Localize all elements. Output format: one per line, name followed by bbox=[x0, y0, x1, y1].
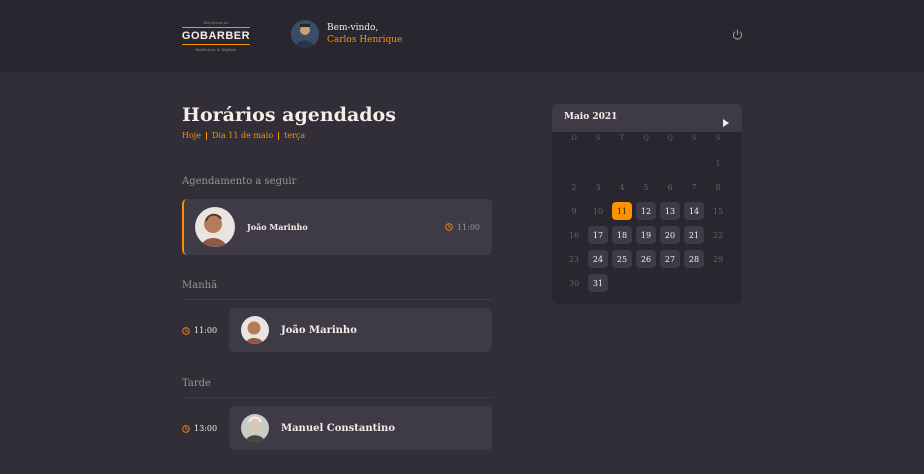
calendar-day[interactable]: 17 bbox=[588, 226, 608, 244]
afternoon-heading: Tarde bbox=[182, 378, 211, 389]
clock-icon bbox=[182, 424, 190, 433]
weekday-label: S bbox=[715, 134, 721, 142]
logo-bottom-text: Barbeiros & Stylists bbox=[195, 47, 237, 52]
logo-rule bbox=[182, 44, 250, 45]
calendar-day[interactable]: 19 bbox=[636, 226, 656, 244]
weekday-label: terça bbox=[284, 131, 306, 140]
calendar-day[interactable]: 21 bbox=[684, 226, 704, 244]
calendar-day: 30 bbox=[568, 278, 580, 288]
calendar-day[interactable]: 26 bbox=[636, 250, 656, 268]
logo-top-text: Barbearia bbox=[203, 20, 229, 25]
calendar-day[interactable]: 27 bbox=[660, 250, 680, 268]
calendar-day: 29 bbox=[712, 254, 724, 264]
weekday-label: Q bbox=[667, 134, 673, 142]
weekday-label: Q bbox=[643, 134, 649, 142]
clock-icon bbox=[445, 223, 453, 231]
calendar-day: 15 bbox=[712, 206, 724, 216]
afternoon-divider bbox=[182, 397, 492, 398]
calendar-month: Maio 2021 bbox=[564, 112, 618, 122]
calendar-day: 2 bbox=[571, 182, 577, 192]
afternoon-appointment-time: 13:00 bbox=[182, 424, 217, 433]
calendar-day[interactable]: 20 bbox=[660, 226, 680, 244]
welcome-text: Bem-vindo, bbox=[327, 23, 379, 33]
calendar-day: 8 bbox=[715, 182, 721, 192]
avatar bbox=[241, 414, 269, 442]
weekday-label: S bbox=[595, 134, 601, 142]
today-label: Hoje bbox=[182, 131, 202, 140]
calendar-day: 4 bbox=[619, 182, 625, 192]
avatar bbox=[195, 207, 235, 247]
client-name: João Marinho bbox=[281, 324, 357, 336]
date-subtitle: Hoje Dia 11 de maio terça bbox=[182, 131, 305, 140]
calendar-day: 22 bbox=[712, 230, 724, 240]
next-appointment-card[interactable]: João Marinho 11:00 bbox=[182, 199, 492, 255]
calendar-header: Maio 2021 bbox=[552, 104, 742, 132]
calendar-day[interactable]: 24 bbox=[588, 250, 608, 268]
appointment-time-text: 13:00 bbox=[194, 424, 218, 433]
calendar-day[interactable]: 28 bbox=[684, 250, 704, 268]
next-time-text: 11:00 bbox=[456, 222, 480, 232]
morning-divider bbox=[182, 299, 492, 300]
weekday-label: S bbox=[691, 134, 697, 142]
page-title: Horários agendados bbox=[182, 104, 396, 126]
divider bbox=[206, 131, 208, 140]
user-name-link[interactable]: Carlos Henrique bbox=[327, 34, 402, 46]
calendar: Maio 2021 D S T Q Q S S 1 2 3 4 5 6 7 8 9 10 11 12 13 14 15 16… bbox=[552, 104, 742, 304]
morning-heading: Manhã bbox=[182, 280, 218, 291]
calendar-day[interactable]: 31 bbox=[588, 274, 608, 292]
power-icon bbox=[732, 28, 742, 40]
divider bbox=[278, 131, 280, 140]
calendar-day-selected[interactable]: 11 bbox=[612, 202, 632, 220]
gobarber-logo[interactable]: Barbearia GOBARBER Barbeiros & Stylists bbox=[182, 14, 250, 58]
calendar-day[interactable]: 18 bbox=[612, 226, 632, 244]
calendar-day: 5 bbox=[643, 182, 649, 192]
calendar-day: 9 bbox=[571, 206, 577, 216]
next-time: 11:00 bbox=[445, 199, 480, 255]
next-client-name: João Marinho bbox=[247, 222, 308, 232]
morning-appointment-card[interactable]: João Marinho bbox=[229, 308, 492, 352]
calendar-day: 7 bbox=[691, 182, 697, 192]
user-profile[interactable]: Bem-vindo, Carlos Henrique bbox=[291, 20, 402, 48]
calendar-day: 10 bbox=[592, 206, 604, 216]
calendar-day: 3 bbox=[595, 182, 601, 192]
appointment-time-text: 11:00 bbox=[194, 326, 218, 335]
logo-rule bbox=[182, 27, 250, 28]
chevron-right-icon bbox=[723, 119, 729, 127]
calendar-day: 23 bbox=[568, 254, 580, 264]
avatar[interactable] bbox=[291, 20, 319, 48]
date-label: Dia 11 de maio bbox=[212, 131, 274, 140]
calendar-day[interactable]: 14 bbox=[684, 202, 704, 220]
next-appointment-heading: Agendamento a seguir bbox=[182, 176, 297, 187]
afternoon-appointment-card[interactable]: Manuel Constantino bbox=[229, 406, 492, 450]
logout-button[interactable] bbox=[730, 27, 744, 41]
weekday-label: T bbox=[619, 134, 625, 142]
calendar-day: 6 bbox=[667, 182, 673, 192]
morning-appointment-time: 11:00 bbox=[182, 326, 217, 335]
calendar-day[interactable]: 25 bbox=[612, 250, 632, 268]
weekday-label: D bbox=[571, 134, 577, 142]
clock-icon bbox=[182, 326, 190, 335]
logo-brand: GOBARBER bbox=[181, 30, 251, 42]
calendar-day: 16 bbox=[568, 230, 580, 240]
calendar-day: 1 bbox=[715, 158, 721, 168]
next-month-button[interactable] bbox=[721, 113, 731, 127]
calendar-day[interactable]: 12 bbox=[636, 202, 656, 220]
app-header: Barbearia GOBARBER Barbeiros & Stylists … bbox=[0, 0, 924, 72]
client-name: Manuel Constantino bbox=[281, 422, 395, 434]
calendar-day[interactable]: 13 bbox=[660, 202, 680, 220]
avatar bbox=[241, 316, 269, 344]
